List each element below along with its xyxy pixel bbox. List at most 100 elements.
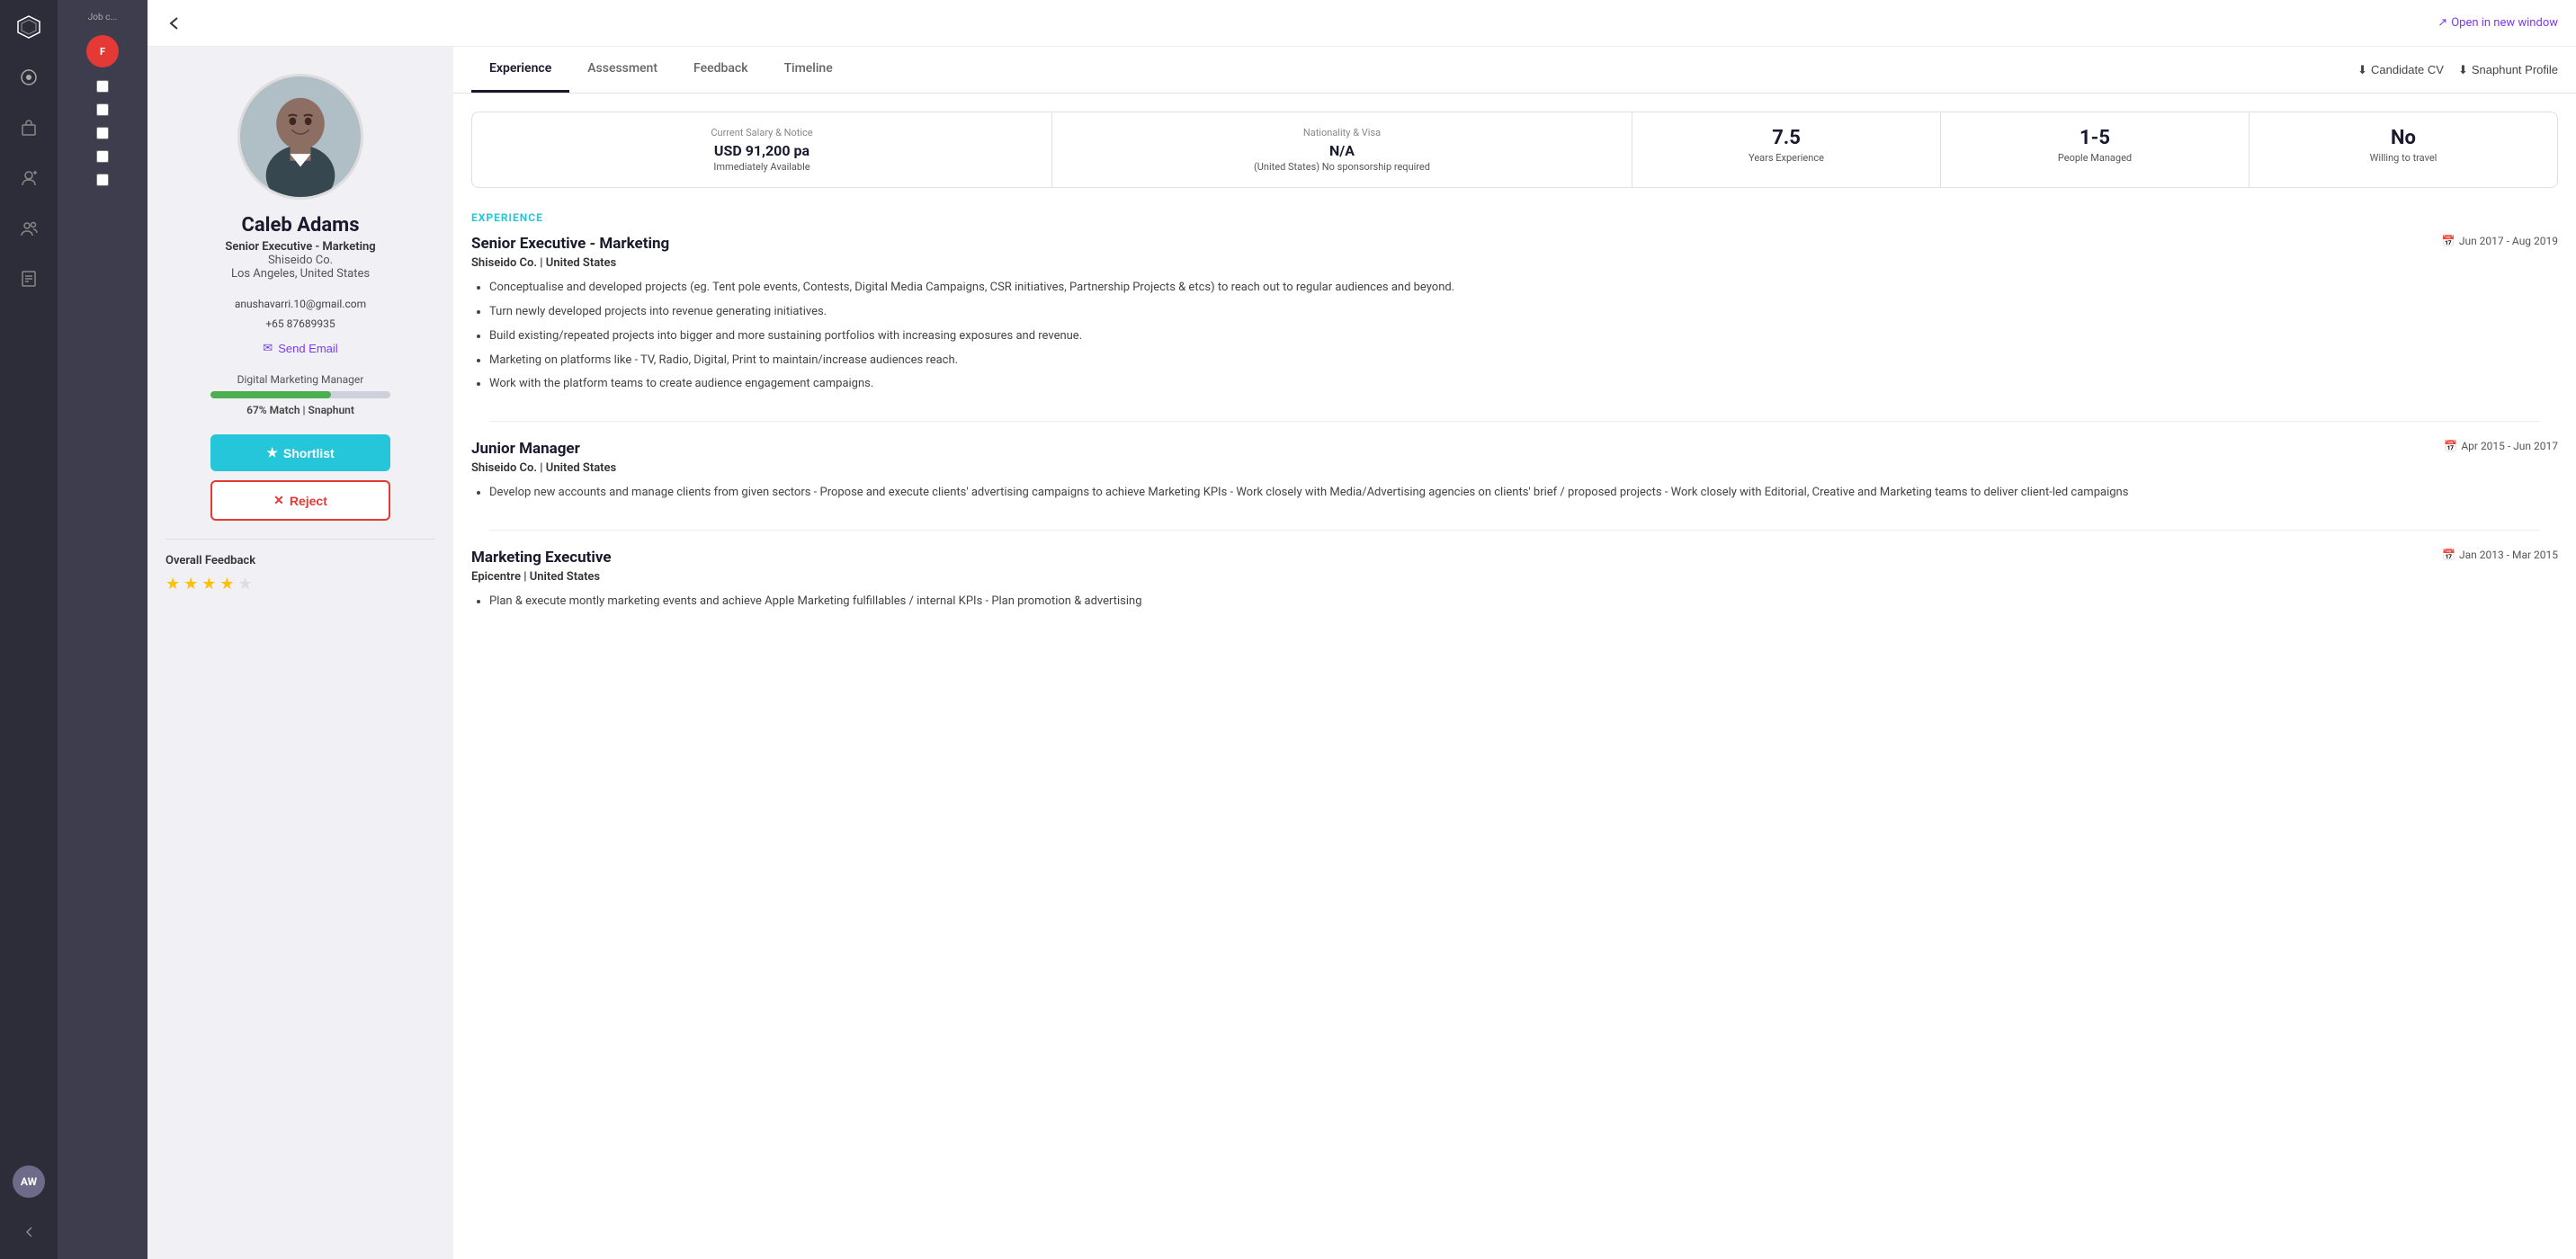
download-profile-icon: ⬇ <box>2458 63 2468 77</box>
send-email-button[interactable]: ✉ Send Email <box>263 341 337 355</box>
divider-2 <box>489 530 2540 531</box>
bullet-1-0: Develop new accounts and manage clients … <box>489 484 2558 503</box>
download-cv-button[interactable]: ⬇ Candidate CV <box>2357 63 2444 77</box>
exp-header-1: Junior Manager 📅 Apr 2015 - Jun 2017 <box>471 440 2558 458</box>
tab-assessment[interactable]: Assessment <box>569 47 675 93</box>
exp-company-2: Epicentre | United States <box>471 570 2558 584</box>
exp-date-0: 📅 Jun 2017 - Aug 2019 <box>2442 235 2558 247</box>
bullet-0-1: Turn newly developed projects into reven… <box>489 303 2558 322</box>
exp-company-0: Shiseido Co. | United States <box>471 256 2558 270</box>
match-text: 67% Match | Snaphunt <box>246 404 354 416</box>
download-cv-icon: ⬇ <box>2357 63 2367 77</box>
star-4[interactable]: ★ <box>219 575 234 594</box>
match-label: Digital Marketing Manager <box>237 373 364 386</box>
star-1[interactable]: ★ <box>165 575 180 594</box>
exp-item-0: Senior Executive - Marketing 📅 Jun 2017 … <box>471 235 2558 394</box>
list-checkbox-2[interactable] <box>58 98 148 121</box>
reject-button[interactable]: ✕ Reject <box>210 480 390 521</box>
star-2[interactable]: ★ <box>183 575 198 594</box>
tab-timeline[interactable]: Timeline <box>766 47 851 93</box>
stat-visa: Nationality & Visa N/A (United States) N… <box>1052 112 1632 187</box>
stat-salary-sub: Immediately Available <box>490 161 1033 173</box>
exp-header-2: Marketing Executive 📅 Jan 2013 - Mar 201… <box>471 549 2558 567</box>
tab-experience[interactable]: Experience <box>471 47 569 93</box>
match-progress-fill <box>210 391 331 398</box>
exp-header-0: Senior Executive - Marketing 📅 Jun 2017 … <box>471 235 2558 253</box>
bullet-0-0: Conceptualise and developed projects (eg… <box>489 279 2558 298</box>
candidate-badge[interactable]: F <box>86 35 119 67</box>
back-arrow-icon[interactable] <box>13 1216 45 1248</box>
tabs-bar: Experience Assessment Feedback Timeline … <box>453 47 2576 94</box>
bullet-0-4: Work with the platform teams to create a… <box>489 375 2558 394</box>
download-profile-button[interactable]: ⬇ Snaphunt Profile <box>2458 63 2558 77</box>
reject-icon: ✕ <box>273 493 284 508</box>
stat-salary-value: USD 91,200 pa <box>490 142 1033 159</box>
stars-row: ★ ★ ★ ★ ★ <box>165 575 435 594</box>
stat-visa-value: N/A <box>1070 142 1614 159</box>
app-logo[interactable] <box>13 11 45 43</box>
bullet-0-2: Build existing/repeated projects into bi… <box>489 327 2558 346</box>
calendar-icon-2: 📅 <box>2442 549 2455 561</box>
sidebar-icon-team[interactable] <box>13 212 45 245</box>
star-icon: ★ <box>266 445 278 460</box>
exp-title-2: Marketing Executive <box>471 549 612 567</box>
job-label: Job c... <box>58 7 148 28</box>
top-nav: ↗ Open in new window <box>148 0 2576 47</box>
exp-bullets-1: Develop new accounts and manage clients … <box>471 484 2558 503</box>
stat-exp-value: 7.5 <box>1650 127 1922 150</box>
stat-exp-sub: Years Experience <box>1650 152 1922 164</box>
candidate-location: Los Angeles, United States <box>231 267 370 281</box>
stat-people-value: 1-5 <box>1959 127 2231 150</box>
list-checkbox-5[interactable] <box>58 168 148 192</box>
exp-item-2: Marketing Executive 📅 Jan 2013 - Mar 201… <box>471 549 2558 612</box>
external-link-icon: ↗ <box>2437 16 2447 30</box>
exp-title-1: Junior Manager <box>471 440 580 458</box>
user-avatar[interactable]: AW <box>13 1165 45 1198</box>
sidebar-icon-candidates[interactable] <box>13 162 45 194</box>
candidate-company: Shiseido Co. <box>268 254 333 267</box>
main-area: ↗ Open in new window <box>148 0 2576 1259</box>
exp-title-0: Senior Executive - Marketing <box>471 235 669 253</box>
star-3[interactable]: ★ <box>201 575 216 594</box>
candidate-name: Caleb Adams <box>241 214 359 237</box>
list-checkbox-3[interactable] <box>58 121 148 145</box>
contact-info: anushavarri.10@gmail.com +65 87689935 <box>235 295 366 334</box>
candidate-phone: +65 87689935 <box>235 315 366 335</box>
exp-company-1: Shiseido Co. | United States <box>471 461 2558 475</box>
sidebar-dark: AW <box>0 0 58 1259</box>
tab-feedback[interactable]: Feedback <box>675 47 765 93</box>
stat-travel-value: No <box>2267 127 2539 150</box>
feedback-label: Overall Feedback <box>165 554 435 567</box>
list-checkbox-4[interactable] <box>58 145 148 168</box>
candidate-avatar <box>237 74 363 200</box>
experience-section: EXPERIENCE Senior Executive - Marketing … <box>453 197 2576 653</box>
back-button[interactable] <box>165 14 183 32</box>
content-wrapper: Caleb Adams Senior Executive - Marketing… <box>148 47 2576 1259</box>
stat-visa-sub: (United States) No sponsorship required <box>1070 161 1614 173</box>
stat-experience: 7.5 Years Experience <box>1632 112 1941 187</box>
sidebar-icon-jobs[interactable] <box>13 112 45 144</box>
star-5[interactable]: ★ <box>238 575 253 594</box>
shortlist-button[interactable]: ★ Shortlist <box>210 434 390 471</box>
stat-people-sub: People Managed <box>1959 152 2231 164</box>
exp-date-2: 📅 Jan 2013 - Mar 2015 <box>2442 549 2558 561</box>
exp-bullets-0: Conceptualise and developed projects (eg… <box>471 279 2558 394</box>
bullet-0-3: Marketing on platforms like - TV, Radio,… <box>489 352 2558 371</box>
stat-travel: No Willing to travel <box>2250 112 2557 187</box>
open-new-window-link[interactable]: ↗ Open in new window <box>2437 16 2558 30</box>
sidebar-icon-dashboard[interactable] <box>13 61 45 94</box>
overall-feedback-section: Overall Feedback ★ ★ ★ ★ ★ <box>165 539 435 608</box>
exp-item-1: Junior Manager 📅 Apr 2015 - Jun 2017 Shi… <box>471 440 2558 503</box>
stats-row: Current Salary & Notice USD 91,200 pa Im… <box>471 112 2558 188</box>
stat-travel-sub: Willing to travel <box>2267 152 2539 164</box>
profile-panel: Caleb Adams Senior Executive - Marketing… <box>148 47 453 1259</box>
experience-tag: EXPERIENCE <box>471 211 2558 224</box>
sidebar-icon-reports[interactable] <box>13 263 45 295</box>
divider-1 <box>489 421 2540 422</box>
stat-people: 1-5 People Managed <box>1941 112 2250 187</box>
tab-actions: ⬇ Candidate CV ⬇ Snaphunt Profile <box>2357 63 2558 77</box>
calendar-icon-0: 📅 <box>2442 235 2455 247</box>
stat-salary: Current Salary & Notice USD 91,200 pa Im… <box>472 112 1052 187</box>
match-progress-bar <box>210 391 390 398</box>
list-checkbox-1[interactable] <box>58 75 148 98</box>
